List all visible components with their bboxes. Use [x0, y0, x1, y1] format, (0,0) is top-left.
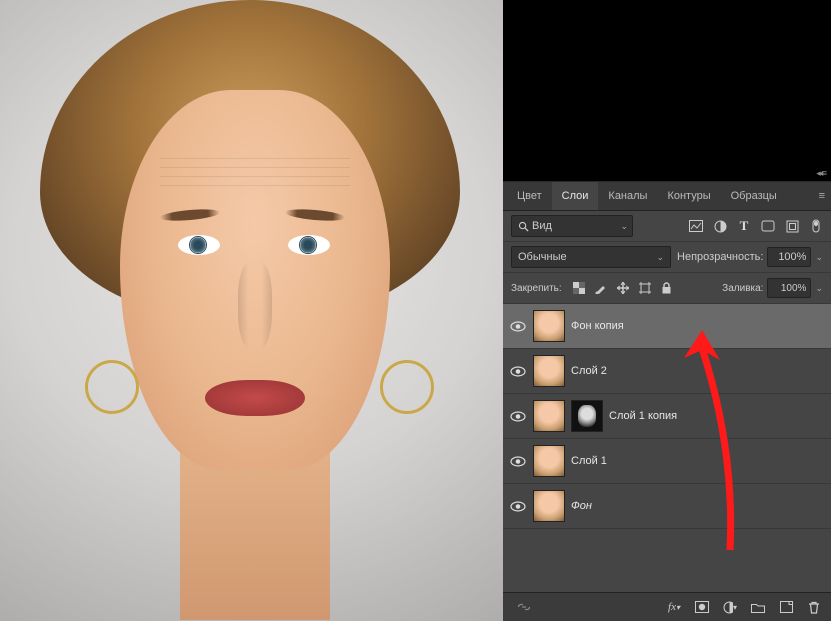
app-root: ◂◂ ≡ Цвет Слои Каналы Контуры Образцы ≡ … — [0, 0, 831, 621]
add-mask-icon[interactable] — [695, 600, 709, 614]
layer-kind-select[interactable]: ⌄ — [511, 215, 633, 237]
lock-artboard-icon[interactable] — [638, 281, 652, 295]
layer-thumbnail[interactable] — [533, 445, 565, 477]
fill-value: 100% — [781, 283, 807, 294]
tab-layers[interactable]: Слои — [552, 182, 599, 210]
chevron-down-icon: ⌄ — [620, 221, 628, 232]
layer-thumbnail[interactable] — [533, 310, 565, 342]
chevron-down-icon[interactable]: ⌄ — [815, 252, 823, 263]
visibility-toggle[interactable] — [503, 321, 533, 332]
layer-filter-row: ⌄ T — [503, 211, 831, 242]
chevron-down-icon: ⌄ — [656, 252, 664, 263]
adjustment-filter-icon[interactable] — [713, 219, 727, 233]
visibility-toggle[interactable] — [503, 501, 533, 512]
visibility-toggle[interactable] — [503, 366, 533, 377]
layer-thumbnail[interactable] — [533, 400, 565, 432]
visibility-icon — [510, 411, 526, 422]
visibility-icon — [510, 366, 526, 377]
layer-thumbnail[interactable] — [533, 355, 565, 387]
panel-menu-icon[interactable]: ≡ — [819, 190, 825, 202]
photo-portrait — [0, 0, 503, 621]
layer-name[interactable]: Слой 1 копия — [609, 410, 677, 422]
layers-bottom-toolbar: 󠀠 fx▾ ▾ — [503, 592, 831, 621]
tab-swatches[interactable]: Образцы — [721, 182, 787, 210]
layer-thumbnail[interactable] — [533, 490, 565, 522]
lock-fill-row: Закрепить: Заливка: 100% ⌄ — [503, 273, 831, 304]
link-layers-icon[interactable]: 󠀠 — [517, 600, 531, 614]
layer-kind-value[interactable] — [530, 219, 594, 233]
tab-channels[interactable]: Каналы — [598, 182, 657, 210]
blend-mode-select[interactable]: Обычные ⌄ — [511, 246, 671, 268]
lock-all-icon[interactable] — [660, 281, 674, 295]
tab-color[interactable]: Цвет — [507, 182, 552, 210]
layers-list: Фон копия Слой 2 Слой 1 копия Слой 1 Фон — [503, 304, 831, 592]
layer-name[interactable]: Фон копия — [571, 320, 624, 332]
visibility-icon — [510, 456, 526, 467]
new-group-icon[interactable] — [751, 600, 765, 614]
image-filter-icon[interactable] — [689, 219, 703, 233]
opacity-label: Непрозрачность: — [677, 251, 763, 263]
panels-column: ◂◂ ≡ Цвет Слои Каналы Контуры Образцы ≡ … — [503, 0, 831, 621]
opacity-input[interactable]: 100% — [767, 247, 811, 267]
smartobject-filter-icon[interactable] — [785, 219, 799, 233]
panel-tabs: Цвет Слои Каналы Контуры Образцы ≡ — [503, 182, 831, 211]
blend-opacity-row: Обычные ⌄ Непрозрачность: 100% ⌄ — [503, 242, 831, 273]
delete-layer-icon[interactable] — [807, 600, 821, 614]
layer-row[interactable]: Фон копия — [503, 304, 831, 349]
lock-label: Закрепить: — [511, 283, 562, 294]
tab-paths[interactable]: Контуры — [657, 182, 720, 210]
layer-fx-icon[interactable]: fx▾ — [667, 600, 681, 614]
empty-panel-area: ◂◂ ≡ — [503, 0, 831, 181]
layer-row[interactable]: Слой 2 — [503, 349, 831, 394]
layer-name[interactable]: Слой 1 — [571, 455, 607, 467]
text-filter-icon[interactable]: T — [737, 219, 751, 233]
lock-pixels-icon[interactable] — [572, 281, 586, 295]
layers-panel: Цвет Слои Каналы Контуры Образцы ≡ ⌄ — [503, 181, 831, 621]
chevron-down-icon[interactable]: ⌄ — [815, 283, 823, 294]
visibility-toggle[interactable] — [503, 411, 533, 422]
visibility-icon — [510, 321, 526, 332]
lock-brush-icon[interactable] — [594, 281, 608, 295]
shape-filter-icon[interactable] — [761, 219, 775, 233]
filter-toggle-icon[interactable] — [809, 219, 823, 233]
layer-row[interactable]: Слой 1 копия — [503, 394, 831, 439]
new-adjustment-icon[interactable]: ▾ — [723, 600, 737, 614]
layer-name[interactable]: Фон — [571, 500, 592, 512]
lock-position-icon[interactable] — [616, 281, 630, 295]
fill-input[interactable]: 100% — [767, 278, 811, 298]
visibility-icon — [510, 501, 526, 512]
layer-mask-thumbnail[interactable] — [571, 400, 603, 432]
new-layer-icon[interactable] — [779, 600, 793, 614]
layer-row[interactable]: Слой 1 — [503, 439, 831, 484]
document-canvas[interactable] — [0, 0, 503, 621]
visibility-toggle[interactable] — [503, 456, 533, 467]
fill-label: Заливка: — [722, 283, 763, 294]
blend-mode-value: Обычные — [518, 251, 567, 263]
layer-name[interactable]: Слой 2 — [571, 365, 607, 377]
search-icon — [516, 219, 530, 233]
panel-collapse-icon[interactable]: ◂◂ ≡ — [816, 168, 825, 179]
opacity-value: 100% — [778, 251, 806, 263]
layer-row[interactable]: Фон — [503, 484, 831, 529]
